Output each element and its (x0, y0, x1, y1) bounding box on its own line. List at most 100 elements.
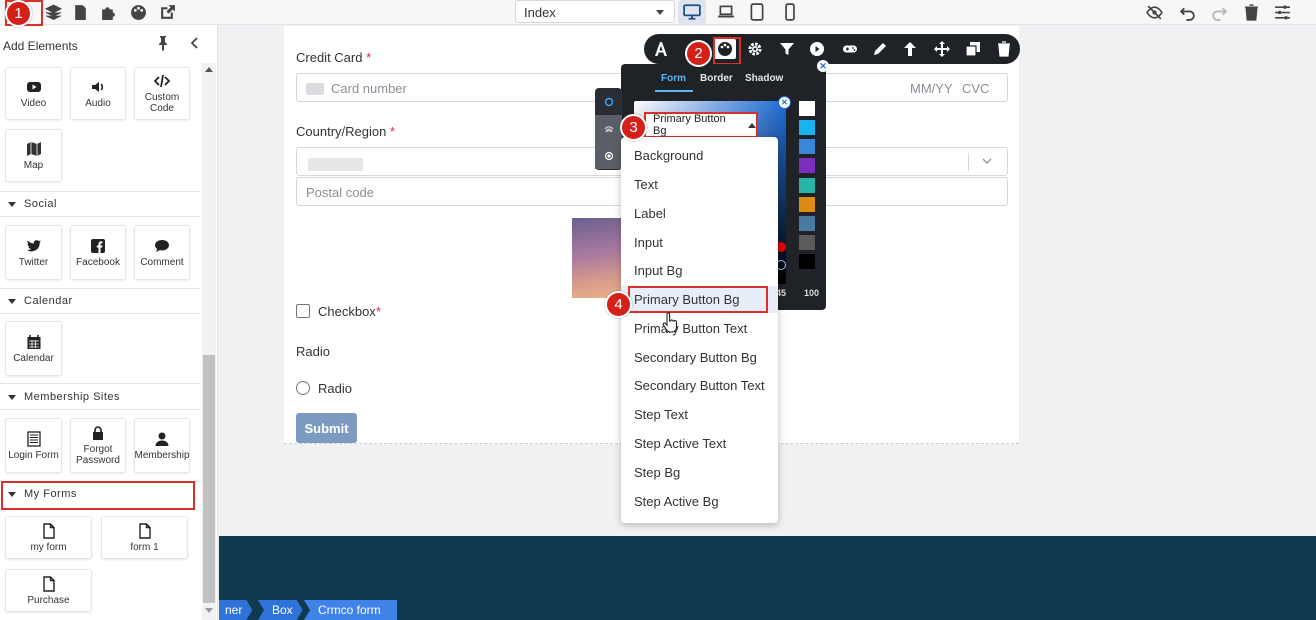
arrow-up-icon[interactable] (899, 39, 921, 59)
color-swatch[interactable] (799, 120, 815, 135)
hide-icon[interactable] (1143, 2, 1165, 22)
element-label: Membership (134, 449, 190, 461)
tablet-view-button[interactable] (743, 0, 771, 24)
menu-item[interactable]: Secondary Button Text (621, 372, 778, 399)
duplicate-icon[interactable] (962, 39, 984, 59)
element-facebook[interactable]: Facebook (70, 225, 126, 280)
element-twitter[interactable]: Twitter (5, 225, 62, 280)
color-swatch[interactable] (799, 178, 815, 193)
color-swatch[interactable] (799, 235, 815, 250)
menu-item[interactable]: Background (621, 142, 778, 169)
map-icon (26, 141, 41, 156)
section-membership-header[interactable]: Membership Sites (0, 391, 120, 403)
form-item-form-1[interactable]: form 1 (101, 516, 188, 559)
highlight-palette (713, 37, 741, 65)
external-link-icon[interactable] (156, 2, 178, 22)
undo-icon[interactable] (1176, 2, 1198, 22)
value-right: 100 (804, 288, 820, 298)
facebook-icon (91, 238, 105, 253)
menu-item[interactable]: Label (621, 200, 778, 227)
element-membership[interactable]: Membership (134, 418, 190, 473)
breadcrumb-item[interactable]: Box (258, 600, 303, 620)
play-icon[interactable] (806, 39, 828, 59)
menu-item[interactable]: Step Active Text (621, 430, 778, 457)
puzzle-icon[interactable] (97, 2, 119, 22)
highlight-primary-button-bg (628, 286, 768, 313)
element-calendar[interactable]: Calendar (5, 321, 62, 376)
youtube-icon (26, 81, 41, 92)
menu-item[interactable]: Input Bg (621, 257, 778, 284)
typography-icon[interactable] (650, 39, 672, 59)
scroll-up-icon[interactable] (205, 67, 213, 72)
menu-item[interactable]: Secondary Button Bg (621, 344, 778, 371)
element-login-form[interactable]: Login Form (5, 418, 62, 473)
breadcrumb-item[interactable]: ner (219, 600, 252, 620)
desktop-icon (683, 4, 701, 20)
laptop-view-button[interactable] (712, 0, 740, 24)
layers-icon[interactable] (42, 2, 64, 22)
sidebar-scroll-thumb[interactable] (203, 355, 215, 603)
element-comment[interactable]: Comment (134, 225, 190, 280)
redo-icon[interactable] (1208, 2, 1230, 22)
clear-color-icon[interactable]: ✕ (778, 96, 791, 109)
gamepad-icon[interactable] (839, 39, 861, 59)
mobile-view-button[interactable] (776, 0, 804, 24)
checkbox[interactable] (296, 304, 310, 318)
collapse-chevron-icon[interactable] (188, 36, 200, 55)
palette-icon[interactable] (127, 2, 149, 22)
tab-form[interactable]: Form (661, 73, 686, 84)
country-label: Country/Region * (296, 124, 396, 139)
trash-icon[interactable] (1240, 2, 1262, 22)
trash-icon[interactable] (993, 39, 1015, 59)
close-panel-icon[interactable]: ✕ (817, 60, 829, 72)
element-custom-code[interactable]: Custom Code (134, 67, 190, 120)
highlight-my-forms (1, 481, 195, 510)
chevron-down-icon (656, 10, 664, 15)
submit-button[interactable]: Submit (296, 413, 357, 443)
color-swatch[interactable] (799, 254, 815, 269)
page-select[interactable]: Index (515, 0, 675, 23)
page-select-value: Index (524, 5, 556, 20)
state-active-icon[interactable] (595, 142, 622, 169)
section-social-header[interactable]: Social (0, 198, 57, 210)
menu-item[interactable]: Step Bg (621, 459, 778, 486)
menu-item[interactable]: Input (621, 229, 778, 256)
menu-item[interactable]: Text (621, 171, 778, 198)
breadcrumb-item-current[interactable]: Crmco form (304, 600, 397, 620)
element-forgot-password[interactable]: Forgot Password (70, 418, 126, 473)
tab-border[interactable]: Border (700, 73, 733, 84)
form-item-purchase[interactable]: Purchase (5, 569, 92, 612)
mobile-icon (785, 3, 795, 21)
element-map[interactable]: Map (5, 129, 62, 182)
state-normal-icon[interactable] (595, 88, 622, 115)
checkbox-label: Checkbox* (318, 304, 381, 319)
tab-shadow[interactable]: Shadow (745, 73, 783, 84)
radio-group-title: Radio (296, 344, 330, 359)
color-swatch[interactable] (799, 216, 815, 231)
filter-icon[interactable] (776, 39, 798, 59)
page-icon[interactable] (69, 2, 91, 22)
color-target-select[interactable]: Primary Button Bg (644, 112, 758, 138)
menu-item[interactable]: Primary Button Text (621, 315, 778, 342)
color-swatch[interactable] (799, 158, 815, 173)
section-calendar-header[interactable]: Calendar (0, 295, 73, 307)
form-item-my-form[interactable]: my form (5, 516, 92, 559)
element-audio[interactable]: Audio (70, 67, 126, 120)
menu-item[interactable]: Step Text (621, 401, 778, 428)
move-icon[interactable] (931, 39, 953, 59)
gear-icon[interactable] (744, 39, 766, 59)
pencil-icon[interactable] (869, 39, 891, 59)
element-label: form 1 (130, 541, 159, 553)
element-label: Twitter (18, 256, 49, 268)
pin-icon[interactable] (156, 35, 170, 56)
state-hover-icon[interactable] (595, 115, 622, 142)
scroll-down-icon[interactable] (205, 608, 213, 613)
desktop-view-button[interactable] (678, 0, 706, 24)
color-swatch[interactable] (799, 197, 815, 212)
element-video[interactable]: Video (5, 67, 62, 120)
menu-item[interactable]: Step Active Bg (621, 488, 778, 515)
settings-sliders-icon[interactable] (1271, 2, 1293, 22)
radio-button[interactable] (296, 381, 310, 395)
color-swatch[interactable] (799, 101, 815, 116)
color-swatch[interactable] (799, 139, 815, 154)
